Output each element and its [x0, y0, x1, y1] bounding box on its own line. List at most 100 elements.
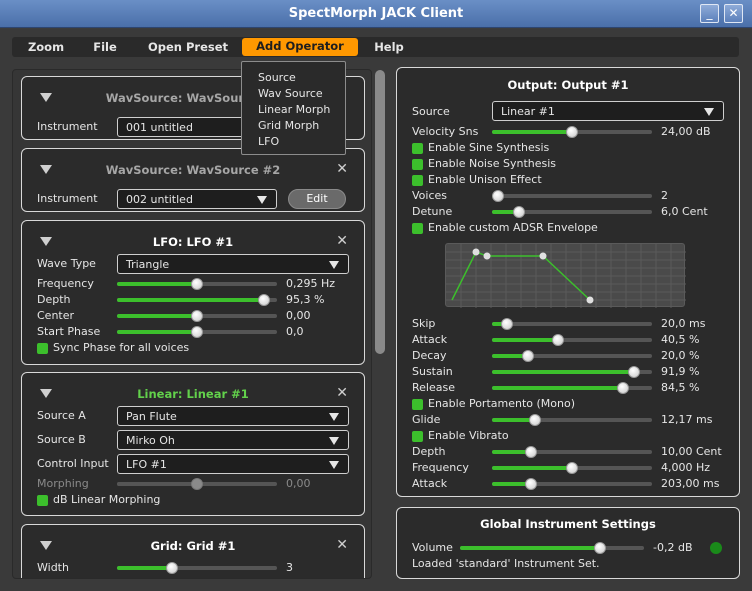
- envelope-handle-release[interactable]: [586, 296, 594, 304]
- vibrato-depth-label: Depth: [412, 445, 446, 458]
- voices-slider[interactable]: [492, 190, 652, 202]
- decay-slider[interactable]: [492, 350, 652, 362]
- envelope-handle-sustain[interactable]: [539, 252, 547, 260]
- close-icon[interactable]: ✕: [336, 161, 348, 177]
- width-slider[interactable]: [117, 562, 277, 574]
- menu-zoom[interactable]: Zoom: [22, 39, 70, 56]
- skip-value: 20,0 ms: [661, 317, 706, 330]
- slider-thumb[interactable]: [258, 294, 271, 306]
- sine-synthesis-checkbox[interactable]: [412, 143, 423, 154]
- scrollbar-thumb[interactable]: [375, 70, 385, 354]
- minimize-button[interactable]: _: [700, 4, 719, 23]
- slider-thumb[interactable]: [529, 414, 541, 426]
- menu-item-grid-morph[interactable]: Grid Morph: [242, 118, 345, 134]
- wave-type-combo[interactable]: Triangle: [117, 254, 349, 274]
- width-value: 3: [286, 561, 293, 574]
- attack-value: 40,5 %: [661, 333, 700, 346]
- slider-thumb[interactable]: [191, 478, 203, 490]
- slider-thumb[interactable]: [566, 126, 578, 138]
- adsr-label: Enable custom ADSR Envelope: [428, 221, 598, 234]
- menu-add-operator[interactable]: Add Operator: [242, 38, 358, 56]
- instrument-value: 001 untitled: [126, 121, 193, 134]
- output-title: Output: Output #1: [507, 78, 629, 92]
- slider-track: [492, 322, 652, 326]
- source-a-combo[interactable]: Pan Flute: [117, 406, 349, 426]
- close-icon[interactable]: ✕: [336, 233, 348, 249]
- morphing-value: 0,00: [286, 477, 311, 490]
- menu-help[interactable]: Help: [368, 39, 410, 56]
- slider-thumb[interactable]: [521, 350, 534, 362]
- source-b-value: Mirko Oh: [126, 434, 175, 447]
- vibrato-frequency-slider[interactable]: [492, 462, 652, 474]
- menu-file[interactable]: File: [82, 39, 128, 56]
- morphing-slider[interactable]: [117, 478, 277, 490]
- release-slider[interactable]: [492, 382, 652, 394]
- vibrato-depth-slider[interactable]: [492, 446, 652, 458]
- slider-thumb[interactable]: [512, 206, 525, 218]
- adsr-envelope-graph[interactable]: [445, 243, 686, 308]
- close-icon[interactable]: ✕: [336, 537, 348, 553]
- operator-scrollbar[interactable]: [374, 69, 386, 579]
- frequency-slider[interactable]: [117, 278, 277, 290]
- slider-thumb[interactable]: [500, 318, 513, 330]
- noise-synthesis-checkbox[interactable]: [412, 159, 423, 170]
- velocity-slider[interactable]: [492, 126, 652, 138]
- noise-synthesis-label: Enable Noise Synthesis: [428, 157, 557, 170]
- chevron-down-icon: [257, 196, 267, 204]
- attack-slider[interactable]: [492, 334, 652, 346]
- depth-slider[interactable]: [117, 294, 277, 306]
- menu-item-source[interactable]: Source: [242, 70, 345, 86]
- slider-thumb[interactable]: [628, 366, 640, 378]
- slider-thumb[interactable]: [165, 562, 178, 574]
- vibrato-attack-slider[interactable]: [492, 478, 652, 490]
- slider-thumb[interactable]: [191, 310, 203, 322]
- slider-track: [492, 194, 652, 198]
- slider-thumb[interactable]: [492, 190, 504, 202]
- menu-item-lfo[interactable]: LFO: [242, 134, 345, 150]
- glide-slider[interactable]: [492, 414, 652, 426]
- menu-open-preset[interactable]: Open Preset: [140, 39, 236, 56]
- menu-item-linear-morph[interactable]: Linear Morph: [242, 102, 345, 118]
- instrument-label: Instrument: [37, 120, 98, 133]
- source-a-label: Source A: [37, 409, 86, 422]
- source-b-combo[interactable]: Mirko Oh: [117, 430, 349, 450]
- global-settings-title: Global Instrument Settings: [480, 517, 656, 531]
- volume-slider[interactable]: [460, 542, 644, 554]
- instrument-combo[interactable]: 002 untitled: [117, 189, 277, 209]
- detune-value: 6,0 Cent: [661, 205, 708, 218]
- slider-fill: [117, 314, 197, 318]
- menu-item-wav-source[interactable]: Wav Source: [242, 86, 345, 102]
- edit-button[interactable]: Edit: [288, 189, 346, 209]
- window-titlebar: SpectMorph JACK Client _ ✕: [0, 0, 752, 28]
- adsr-checkbox[interactable]: [412, 223, 423, 234]
- slider-thumb[interactable]: [191, 326, 203, 338]
- close-icon[interactable]: ✕: [336, 385, 348, 401]
- start-phase-slider[interactable]: [117, 326, 277, 338]
- sync-phase-checkbox[interactable]: [37, 343, 48, 354]
- operator-lfo: LFO: LFO #1 ✕ Wave Type Triangle Frequen…: [21, 220, 365, 365]
- unison-effect-checkbox[interactable]: [412, 175, 423, 186]
- slider-thumb[interactable]: [594, 542, 607, 554]
- envelope-handle-attack[interactable]: [472, 248, 480, 256]
- envelope-handle-decay[interactable]: [483, 252, 491, 260]
- slider-thumb[interactable]: [191, 278, 203, 290]
- vibrato-label: Enable Vibrato: [428, 429, 509, 442]
- control-input-combo[interactable]: LFO #1: [117, 454, 349, 474]
- db-linear-checkbox[interactable]: [37, 495, 48, 506]
- slider-thumb[interactable]: [617, 382, 630, 394]
- release-label: Release: [412, 381, 455, 394]
- vibrato-checkbox[interactable]: [412, 431, 423, 442]
- operator-title: LFO: LFO #1: [152, 235, 234, 249]
- slider-thumb[interactable]: [566, 462, 578, 474]
- slider-thumb[interactable]: [524, 446, 537, 458]
- skip-slider[interactable]: [492, 318, 652, 330]
- slider-thumb[interactable]: [524, 478, 537, 490]
- output-source-combo[interactable]: Linear #1: [492, 101, 724, 121]
- slider-thumb[interactable]: [551, 334, 564, 346]
- close-window-button[interactable]: ✕: [724, 4, 743, 23]
- center-slider[interactable]: [117, 310, 277, 322]
- detune-slider[interactable]: [492, 206, 652, 218]
- sustain-slider[interactable]: [492, 366, 652, 378]
- portamento-checkbox[interactable]: [412, 399, 423, 410]
- instrument-value: 002 untitled: [126, 193, 193, 206]
